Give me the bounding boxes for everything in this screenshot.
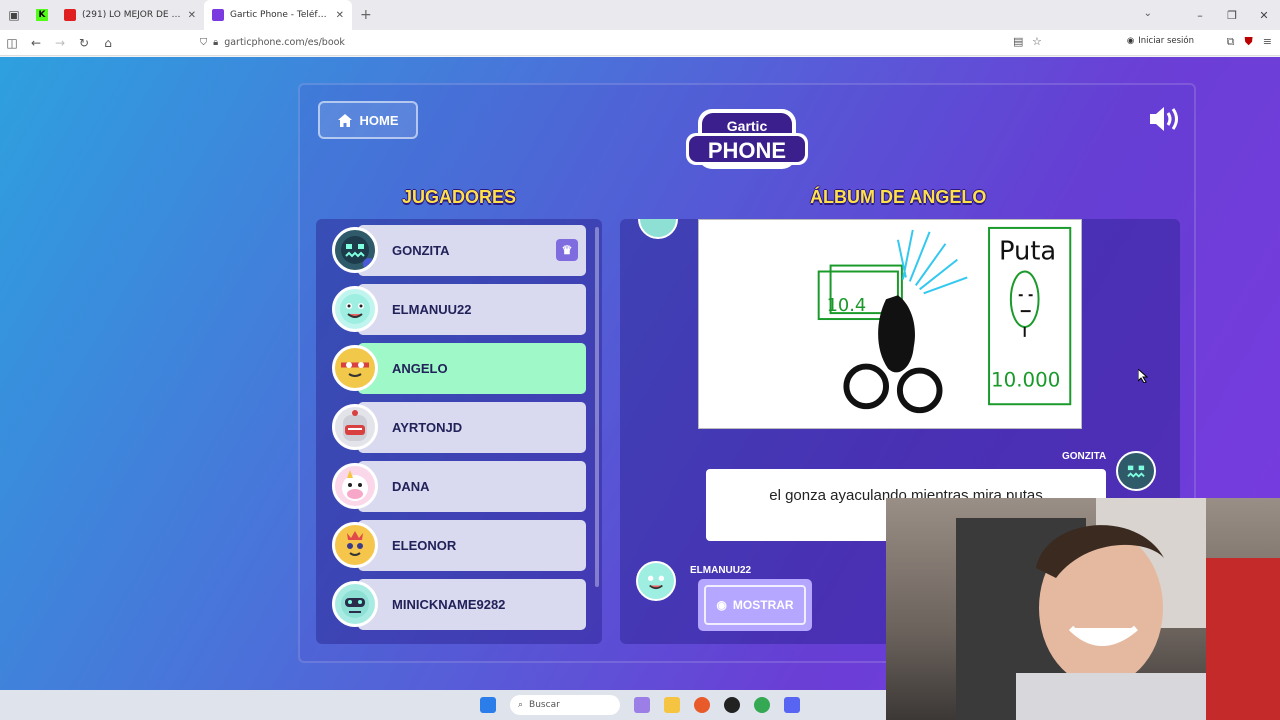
player-eleonor[interactable]: ELEONOR <box>332 520 586 571</box>
taskbar-search[interactable]: ⌕ Buscar <box>510 695 620 715</box>
obs-icon[interactable] <box>724 697 740 713</box>
menu-icon[interactable]: ≡ <box>1263 35 1272 49</box>
home-icon <box>337 113 352 127</box>
back-button[interactable]: ← <box>24 36 48 50</box>
sidebar-toggle-icon[interactable]: ◫ <box>0 36 24 50</box>
players-scrollbar[interactable] <box>595 227 599 587</box>
new-tab-button[interactable]: + <box>352 7 380 23</box>
restore-button[interactable]: ❐ <box>1216 9 1248 22</box>
file-explorer-icon[interactable] <box>664 697 680 713</box>
tab-gartic[interactable]: Gartic Phone - Teléfono Descom ✕ <box>204 0 352 30</box>
webcam-overlay <box>886 498 1280 720</box>
address-bar[interactable]: ⛉ 🔒︎ garticphone.com/es/book <box>200 33 1140 53</box>
avatar <box>332 463 378 509</box>
show-button[interactable]: ◉ MOSTRAR <box>698 579 812 631</box>
browser-navbar: ◫ ← → ↻ ⌂ ⛉ 🔒︎ garticphone.com/es/book ▤… <box>0 30 1280 56</box>
close-tab-icon[interactable]: ✕ <box>336 10 344 21</box>
mouse-cursor-icon <box>1138 369 1148 383</box>
avatar <box>332 345 378 391</box>
avatar <box>332 227 378 273</box>
svg-text:10.000: 10.000 <box>991 368 1060 391</box>
crown-icon: ♛ <box>556 239 578 261</box>
lock-icon: 🔒︎ <box>213 37 219 48</box>
avatar <box>638 219 678 239</box>
ublock-icon[interactable]: ⛊ <box>1245 35 1253 49</box>
close-window-button[interactable]: ✕ <box>1248 9 1280 22</box>
home-browser-button[interactable]: ⌂ <box>96 36 120 50</box>
gartic-icon <box>212 9 224 21</box>
album-heading: ÁLBUM DE ANGELO <box>810 187 987 207</box>
svg-text:Puta: Puta <box>999 237 1056 267</box>
players-heading: JUGADORES <box>402 187 517 207</box>
player-minickname9282[interactable]: MINICKNAME9282 <box>332 579 586 630</box>
players-list: GONZITA ♛ ELMANUU22 ANGELO AYRTONJD DANA… <box>316 219 602 644</box>
tab-actions-icon[interactable]: ▣ <box>0 0 28 30</box>
avatar <box>332 581 378 627</box>
svg-text:PHONE: PHONE <box>708 138 786 163</box>
sign-in-button[interactable]: ◉ Iniciar sesión <box>1127 36 1194 46</box>
sound-icon[interactable] <box>1148 105 1182 133</box>
avatar <box>332 286 378 332</box>
minimize-button[interactable]: – <box>1184 9 1216 22</box>
svg-text:Gartic: Gartic <box>727 118 768 134</box>
drawing-canvas: 10.4 Puta 10.000 <box>698 219 1082 429</box>
bookmark-star-icon[interactable]: ☆ <box>1032 35 1042 48</box>
browser-tabbar: ▣ K (291) LO MEJOR DE ARGENTINA ✕ Gartic… <box>0 0 1280 30</box>
tab-list-chevron-icon[interactable]: ⌄ <box>1144 8 1152 19</box>
reader-view-icon[interactable]: ▤ <box>1013 35 1023 48</box>
svg-text:10.4: 10.4 <box>827 295 867 316</box>
player-ayrtonjd[interactable]: AYRTONJD <box>332 402 586 453</box>
windows-start-icon[interactable] <box>480 697 496 713</box>
player-angelo[interactable]: ANGELO <box>332 343 586 394</box>
home-button[interactable]: HOME <box>318 101 418 139</box>
avatar <box>636 561 676 601</box>
avatar <box>332 522 378 568</box>
copilot-icon[interactable] <box>634 697 650 713</box>
avatar <box>332 404 378 450</box>
reload-button[interactable]: ↻ <box>72 36 96 50</box>
gartic-phone-logo: Gartic PHONE <box>686 109 808 169</box>
discord-icon[interactable] <box>784 697 800 713</box>
account-icon: ◉ <box>1126 36 1135 46</box>
chrome-icon[interactable] <box>754 697 770 713</box>
extensions-icon[interactable]: ⧉ <box>1227 35 1235 49</box>
kick-tab-icon[interactable]: K <box>28 0 56 30</box>
forward-button[interactable]: → <box>48 36 72 50</box>
eye-icon: ◉ <box>716 598 727 612</box>
tab-youtube[interactable]: (291) LO MEJOR DE ARGENTINA ✕ <box>56 0 204 30</box>
youtube-icon <box>64 9 76 21</box>
gonzita-label: GONZITA <box>1062 451 1107 462</box>
player-elmanuu22[interactable]: ELMANUU22 <box>332 284 586 335</box>
player-dana[interactable]: DANA <box>332 461 586 512</box>
elmanuu22-label: ELMANUU22 <box>690 565 752 576</box>
avatar <box>1116 451 1156 491</box>
search-icon: ⌕ <box>518 700 524 710</box>
shield-icon[interactable]: ⛉ <box>200 37 207 48</box>
close-tab-icon[interactable]: ✕ <box>188 10 196 21</box>
player-gonzita[interactable]: GONZITA ♛ <box>332 225 586 276</box>
firefox-icon[interactable] <box>694 697 710 713</box>
